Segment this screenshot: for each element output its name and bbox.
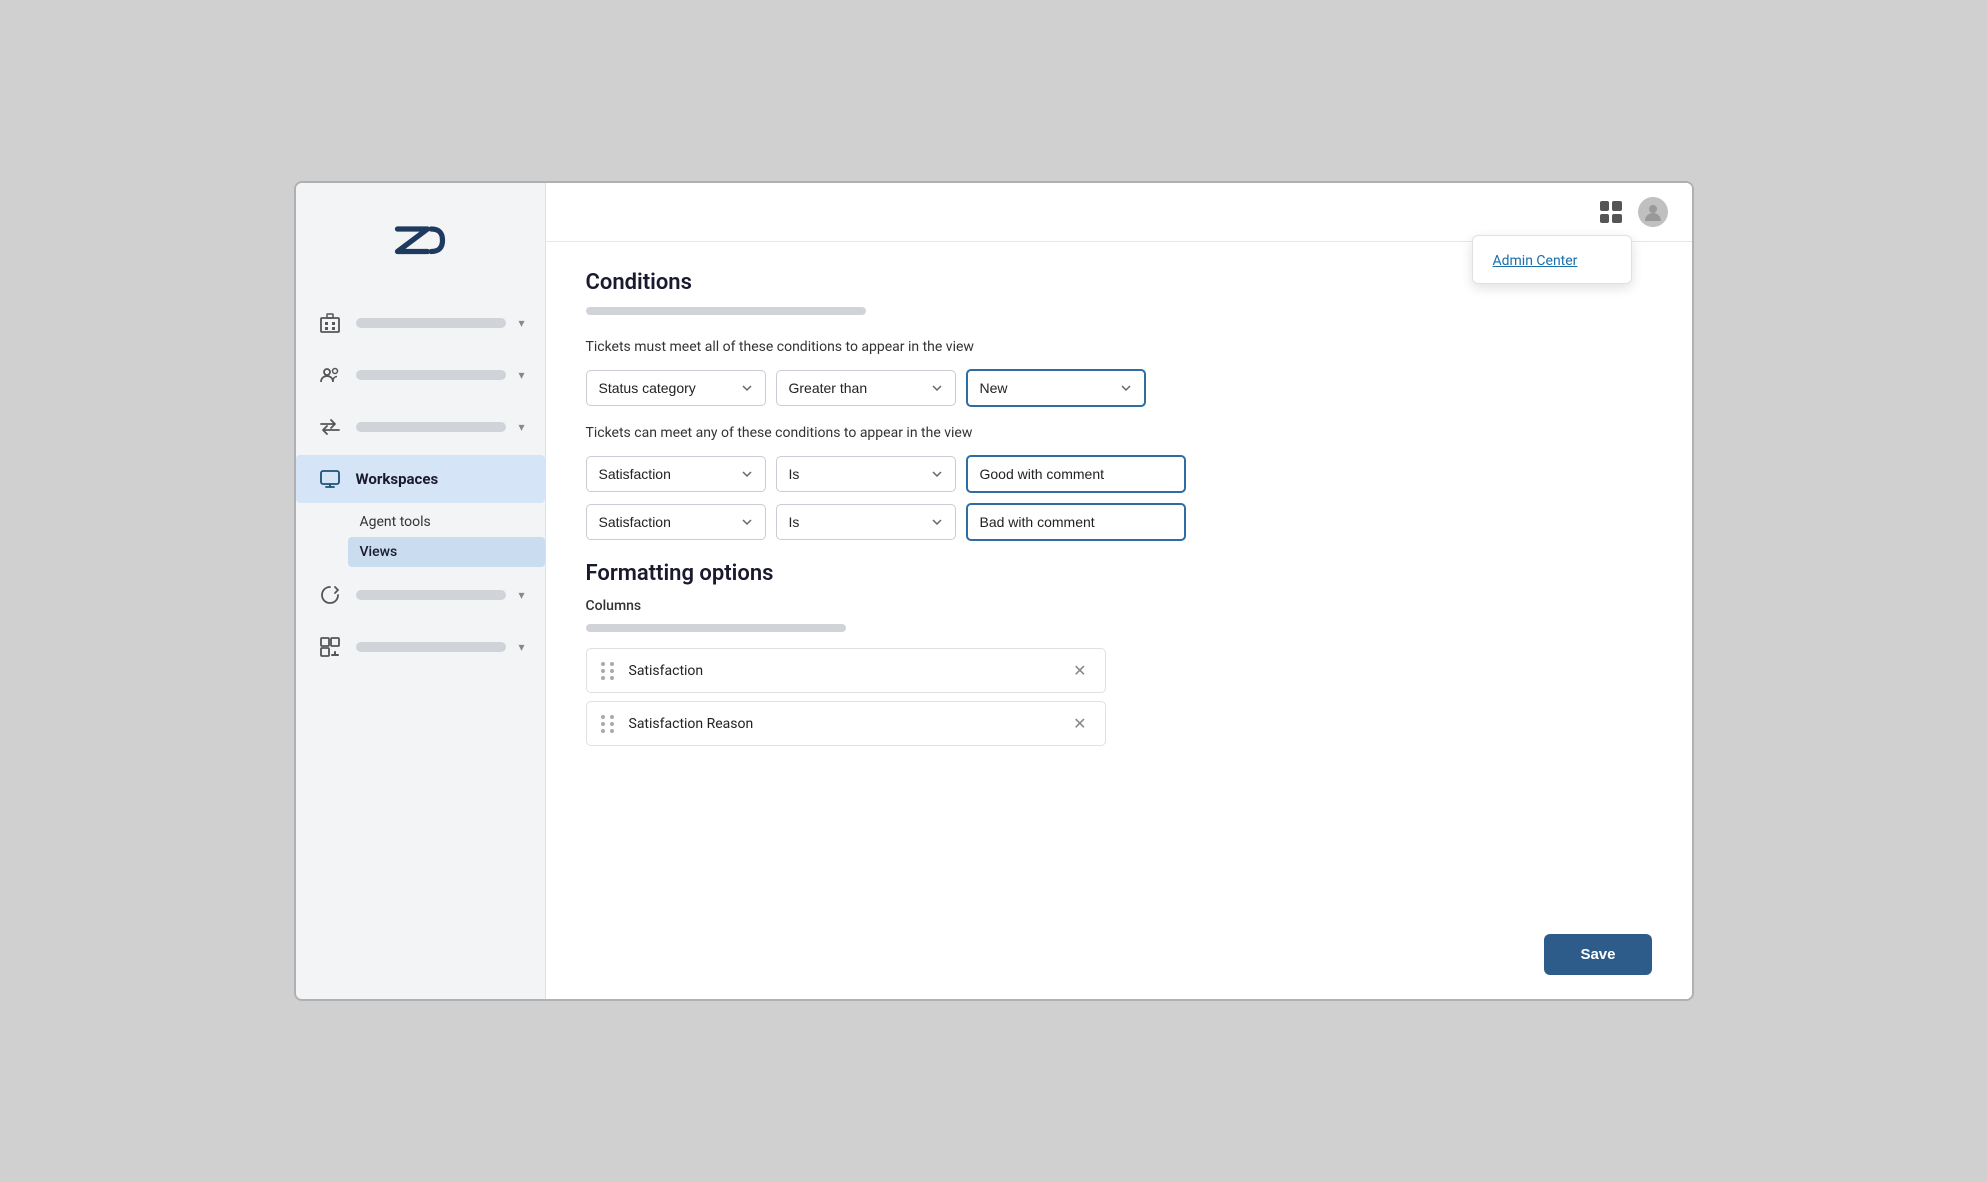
sidebar-item-channels[interactable]: ▾: [296, 403, 545, 451]
sub-nav: Agent tools Views: [296, 507, 545, 567]
chevron-down-icon: ▾: [518, 588, 524, 602]
drag-handle-1[interactable]: [601, 715, 617, 733]
nav-item-label-bar: [356, 590, 507, 600]
buildings-icon: [316, 309, 344, 337]
column-row-0: Satisfaction ✕: [586, 648, 1106, 693]
sidebar-item-routing[interactable]: ▾: [296, 571, 545, 619]
sidebar-item-agent-tools[interactable]: Agent tools: [348, 507, 545, 537]
sidebar-item-workspaces-label: Workspaces: [356, 470, 439, 488]
nav-item-label-bar: [356, 642, 507, 652]
user-avatar[interactable]: [1638, 197, 1668, 227]
any-condition-row-0: Satisfaction Is: [586, 455, 1652, 493]
sidebar: ▾ ▾ ▾: [296, 183, 546, 999]
content-area: Conditions Tickets must meet all of thes…: [546, 242, 1692, 914]
apps-icon: [316, 633, 344, 661]
topbar: Admin Center: [546, 183, 1692, 242]
chevron-down-icon: ▾: [518, 640, 524, 654]
conditions-bar: [586, 307, 866, 315]
sidebar-item-views[interactable]: Views: [348, 537, 545, 567]
chevron-down-icon: ▾: [518, 368, 524, 382]
any-condition-operator-0[interactable]: Is: [776, 456, 956, 492]
column-remove-1[interactable]: ✕: [1069, 712, 1090, 735]
nav-item-label-bar: [356, 422, 507, 432]
topbar-icons: [1600, 197, 1668, 227]
grid-icon[interactable]: [1600, 201, 1622, 223]
any-condition-row-1: Satisfaction Is: [586, 503, 1652, 541]
zendesk-logo: [390, 219, 450, 269]
column-row-1: Satisfaction Reason ✕: [586, 701, 1106, 746]
any-condition-field-0[interactable]: Satisfaction: [586, 456, 766, 492]
drag-handle-0[interactable]: [601, 662, 617, 680]
all-condition-row-0: Status category Greater than New: [586, 369, 1652, 407]
all-condition-value-0[interactable]: New: [966, 369, 1146, 407]
column-remove-0[interactable]: ✕: [1069, 659, 1090, 682]
admin-center-dropdown: Admin Center: [1472, 235, 1632, 284]
save-row: Save: [546, 914, 1692, 999]
formatting-heading: Formatting options: [586, 561, 1652, 586]
all-condition-field-0[interactable]: Status category: [586, 370, 766, 406]
chevron-down-icon: ▾: [518, 420, 524, 434]
workspaces-icon: [316, 465, 344, 493]
save-button[interactable]: Save: [1544, 934, 1651, 975]
nav-item-label-bar: [356, 318, 507, 328]
any-conditions-desc: Tickets can meet any of these conditions…: [586, 425, 1652, 441]
people-icon: [316, 361, 344, 389]
logo: [296, 199, 545, 299]
any-condition-value-1[interactable]: [966, 503, 1186, 541]
any-condition-operator-1[interactable]: Is: [776, 504, 956, 540]
channels-icon: [316, 413, 344, 441]
nav-item-label-bar: [356, 370, 507, 380]
columns-bar: [586, 624, 846, 632]
column-name-1: Satisfaction Reason: [629, 716, 1070, 732]
all-condition-operator-0[interactable]: Greater than: [776, 370, 956, 406]
main-content: Admin Center Conditions Tickets must mee…: [546, 183, 1692, 999]
sidebar-item-apps[interactable]: ▾: [296, 623, 545, 671]
all-conditions-desc: Tickets must meet all of these condition…: [586, 339, 1652, 355]
sidebar-item-workspaces[interactable]: Workspaces: [296, 455, 545, 503]
admin-center-link[interactable]: Admin Center: [1493, 253, 1578, 269]
sidebar-nav: ▾ ▾ ▾: [296, 299, 545, 671]
columns-label: Columns: [586, 598, 1652, 614]
any-condition-field-1[interactable]: Satisfaction: [586, 504, 766, 540]
routing-icon: [316, 581, 344, 609]
column-name-0: Satisfaction: [629, 663, 1070, 679]
sidebar-item-people[interactable]: ▾: [296, 351, 545, 399]
any-condition-value-0[interactable]: [966, 455, 1186, 493]
chevron-down-icon: ▾: [518, 316, 524, 330]
sidebar-item-buildings[interactable]: ▾: [296, 299, 545, 347]
